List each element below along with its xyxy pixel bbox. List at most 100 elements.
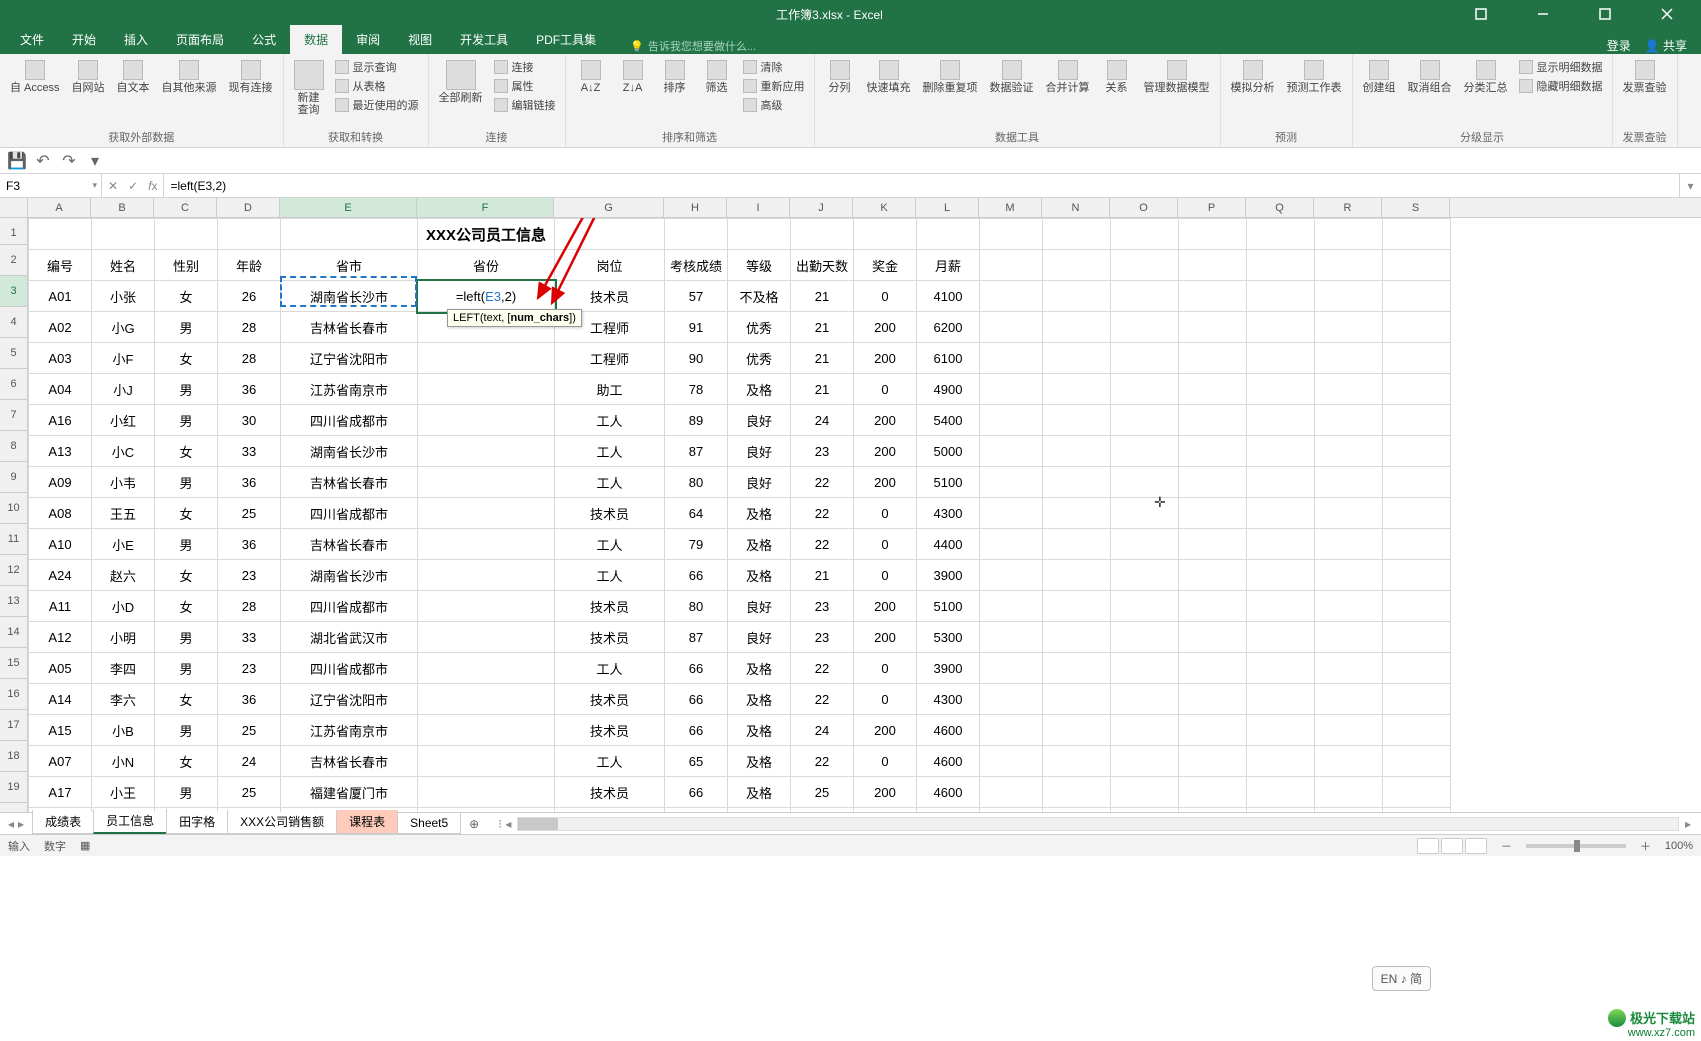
column-header[interactable]: J	[790, 198, 853, 217]
cell[interactable]: 4600	[917, 777, 980, 808]
cell[interactable]: 及格	[728, 498, 791, 529]
cell[interactable]: 64	[665, 498, 728, 529]
cell[interactable]	[418, 808, 555, 813]
cell[interactable]: 4100	[917, 281, 980, 312]
cell[interactable]: 80	[665, 467, 728, 498]
column-header[interactable]: B	[91, 198, 154, 217]
ribbon-tab-3[interactable]: 页面布局	[162, 25, 238, 54]
add-sheet-button[interactable]: ⊕	[460, 817, 488, 831]
cell[interactable]	[1383, 374, 1451, 405]
row-header[interactable]: 18	[0, 741, 27, 772]
cell[interactable]	[1111, 653, 1179, 684]
cell[interactable]	[418, 560, 555, 591]
cell[interactable]: 男	[155, 374, 218, 405]
ribbon-tab-0[interactable]: 文件	[6, 25, 58, 54]
cell[interactable]: 23	[791, 622, 854, 653]
cell[interactable]: 22	[791, 467, 854, 498]
cell[interactable]: 工人	[555, 467, 665, 498]
cell[interactable]: 4300	[917, 684, 980, 715]
cell[interactable]	[1043, 250, 1111, 281]
sheet-tab[interactable]: Sheet5	[397, 813, 461, 834]
cell[interactable]: 22	[791, 529, 854, 560]
row-header[interactable]: 12	[0, 555, 27, 586]
cell[interactable]: 及格	[728, 684, 791, 715]
cell[interactable]: A04	[29, 374, 92, 405]
cell[interactable]: 不及格	[728, 281, 791, 312]
cell[interactable]	[1247, 808, 1315, 813]
row-header[interactable]: 2	[0, 245, 27, 276]
ribbon-button[interactable]: 高级	[740, 96, 808, 114]
column-header[interactable]: L	[916, 198, 979, 217]
cell[interactable]: 200	[854, 715, 917, 746]
cell[interactable]	[1043, 498, 1111, 529]
cell[interactable]: XXX公司员工信息	[418, 219, 555, 250]
cell[interactable]	[1247, 529, 1315, 560]
row-header[interactable]: 7	[0, 400, 27, 431]
cell[interactable]: 89	[665, 405, 728, 436]
cell[interactable]: 女	[155, 808, 218, 813]
cell[interactable]: 李四	[92, 653, 155, 684]
cell[interactable]	[1315, 467, 1383, 498]
cell[interactable]	[1179, 653, 1247, 684]
cell[interactable]	[1111, 281, 1179, 312]
cell[interactable]: 技术员	[555, 715, 665, 746]
cell[interactable]: 0	[854, 374, 917, 405]
cell[interactable]: A13	[29, 436, 92, 467]
cell[interactable]	[1043, 808, 1111, 813]
cell[interactable]: 工人	[555, 746, 665, 777]
cell[interactable]	[1247, 560, 1315, 591]
cell[interactable]: 21	[791, 281, 854, 312]
cell[interactable]: 87	[665, 808, 728, 813]
cell[interactable]	[1383, 808, 1451, 813]
ribbon-tab-4[interactable]: 公式	[238, 25, 290, 54]
cell[interactable]	[1315, 653, 1383, 684]
cell[interactable]: 良好	[728, 467, 791, 498]
cell[interactable]: 小B	[92, 715, 155, 746]
cell[interactable]	[418, 746, 555, 777]
cell[interactable]: 21	[791, 808, 854, 813]
column-header[interactable]: E	[280, 198, 417, 217]
column-header[interactable]: R	[1314, 198, 1382, 217]
cell[interactable]: 出勤天数	[791, 250, 854, 281]
cell[interactable]: 王五	[92, 498, 155, 529]
macro-record-icon[interactable]: ▦	[80, 839, 90, 852]
ribbon-button[interactable]: 模拟分析	[1227, 58, 1279, 96]
cell[interactable]	[1247, 591, 1315, 622]
row-header[interactable]: 14	[0, 617, 27, 648]
cell[interactable]: A16	[29, 405, 92, 436]
cell[interactable]	[1043, 467, 1111, 498]
cell[interactable]	[1383, 436, 1451, 467]
cell[interactable]	[1179, 746, 1247, 777]
active-editing-cell[interactable]: =left(E3,2)	[418, 281, 555, 312]
cell[interactable]: 4600	[917, 715, 980, 746]
cell[interactable]: 吉林省长春市	[281, 467, 418, 498]
enter-formula-icon[interactable]: ✓	[128, 179, 138, 193]
cell[interactable]: 小C	[92, 436, 155, 467]
cell[interactable]: 女	[155, 343, 218, 374]
cell[interactable]: 工人	[555, 405, 665, 436]
column-header[interactable]: D	[217, 198, 280, 217]
column-header[interactable]: S	[1382, 198, 1450, 217]
cell[interactable]: 23	[218, 653, 281, 684]
cell[interactable]: 小J	[92, 374, 155, 405]
ribbon-tab-9[interactable]: PDF工具集	[522, 25, 610, 54]
cell[interactable]	[1383, 653, 1451, 684]
cell[interactable]: 江苏省南京市	[281, 808, 418, 813]
cell[interactable]	[1111, 560, 1179, 591]
sheet-nav-next-icon[interactable]: ▸	[18, 817, 24, 831]
cell[interactable]	[1179, 777, 1247, 808]
cell[interactable]	[1247, 467, 1315, 498]
row-header[interactable]: 11	[0, 524, 27, 555]
cell[interactable]: 0	[854, 653, 917, 684]
cell[interactable]: A03	[29, 343, 92, 374]
column-header[interactable]: C	[154, 198, 217, 217]
row-header[interactable]: 5	[0, 338, 27, 369]
cell[interactable]	[980, 684, 1043, 715]
sheet-nav-prev-icon[interactable]: ◂	[8, 817, 14, 831]
cell[interactable]: 23	[791, 436, 854, 467]
cell[interactable]	[1247, 281, 1315, 312]
ribbon-button[interactable]: 属性	[491, 77, 559, 95]
cell[interactable]: A17	[29, 777, 92, 808]
cell[interactable]: 0	[854, 529, 917, 560]
ribbon-button[interactable]: 分类汇总	[1460, 58, 1512, 96]
